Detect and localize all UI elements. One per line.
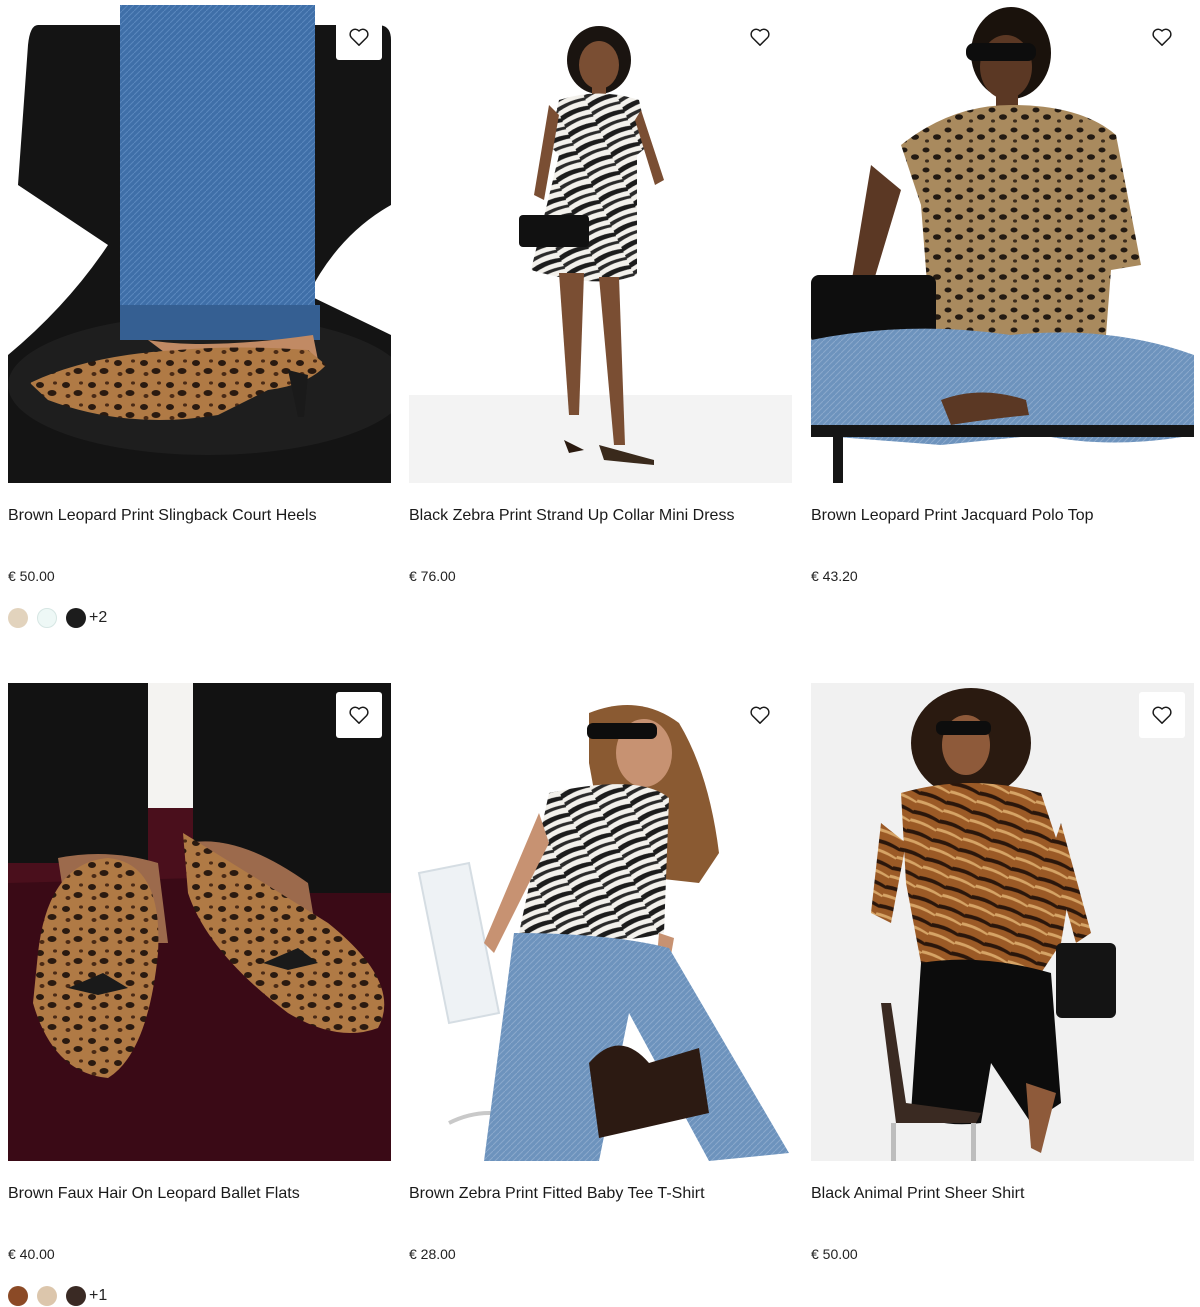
heart-outline-icon (1152, 706, 1172, 724)
zebra-baby-tee-photo (409, 683, 792, 1161)
more-colours-count[interactable]: +1 (89, 1287, 107, 1305)
product-title[interactable]: Black Zebra Print Strand Up Collar Mini … (409, 505, 792, 527)
product-card[interactable]: Brown Zebra Print Fitted Baby Tee T-Shir… (409, 683, 792, 1262)
product-image[interactable] (8, 5, 391, 483)
zebra-mini-dress-photo (409, 5, 792, 483)
favourite-button[interactable] (737, 692, 783, 738)
heart-outline-icon (1152, 28, 1172, 46)
product-title[interactable]: Brown Leopard Print Jacquard Polo Top (811, 505, 1194, 527)
product-image[interactable] (811, 683, 1194, 1161)
product-card[interactable]: Black Zebra Print Strand Up Collar Mini … (409, 5, 792, 584)
product-card[interactable]: Brown Faux Hair On Leopard Ballet Flats … (8, 683, 391, 1306)
product-image[interactable] (409, 683, 792, 1161)
product-card[interactable]: Brown Leopard Print Slingback Court Heel… (8, 5, 391, 628)
favourite-button[interactable] (737, 14, 783, 60)
heart-outline-icon (750, 706, 770, 724)
heart-outline-icon (349, 706, 369, 724)
product-card[interactable]: Black Animal Print Sheer Shirt € 50.00 (811, 683, 1194, 1262)
colour-swatches: +2 (8, 607, 107, 629)
product-image[interactable] (409, 5, 792, 483)
product-grid: Brown Leopard Print Slingback Court Heel… (0, 0, 1200, 1307)
favourite-button[interactable] (1139, 692, 1185, 738)
product-card[interactable]: Brown Leopard Print Jacquard Polo Top € … (811, 5, 1194, 584)
colour-swatch-brown[interactable] (8, 1286, 28, 1306)
heart-outline-icon (750, 28, 770, 46)
animal-print-sheer-shirt-photo (811, 683, 1194, 1161)
heart-outline-icon (349, 28, 369, 46)
leopard-slingback-heels-photo (8, 5, 391, 483)
leopard-polo-top-photo (811, 5, 1194, 483)
product-price: € 43.20 (811, 568, 858, 584)
product-title[interactable]: Brown Leopard Print Slingback Court Heel… (8, 505, 391, 527)
favourite-button[interactable] (336, 14, 382, 60)
colour-swatches: +1 (8, 1285, 107, 1307)
product-price: € 76.00 (409, 568, 456, 584)
colour-swatch-beige[interactable] (37, 1286, 57, 1306)
colour-swatch-beige[interactable] (8, 608, 28, 628)
colour-swatch-dark-brown[interactable] (66, 1286, 86, 1306)
product-title[interactable]: Brown Faux Hair On Leopard Ballet Flats (8, 1183, 391, 1205)
product-image[interactable] (811, 5, 1194, 483)
product-price: € 50.00 (811, 1246, 858, 1262)
more-colours-count[interactable]: +2 (89, 609, 107, 627)
colour-swatch-black[interactable] (66, 608, 86, 628)
leopard-ballet-flats-photo (8, 683, 391, 1161)
product-title[interactable]: Black Animal Print Sheer Shirt (811, 1183, 1194, 1205)
favourite-button[interactable] (336, 692, 382, 738)
product-price: € 40.00 (8, 1246, 55, 1262)
product-price: € 28.00 (409, 1246, 456, 1262)
product-price: € 50.00 (8, 568, 55, 584)
product-title[interactable]: Brown Zebra Print Fitted Baby Tee T-Shir… (409, 1183, 792, 1205)
favourite-button[interactable] (1139, 14, 1185, 60)
colour-swatch-light[interactable] (37, 608, 57, 628)
product-image[interactable] (8, 683, 391, 1161)
